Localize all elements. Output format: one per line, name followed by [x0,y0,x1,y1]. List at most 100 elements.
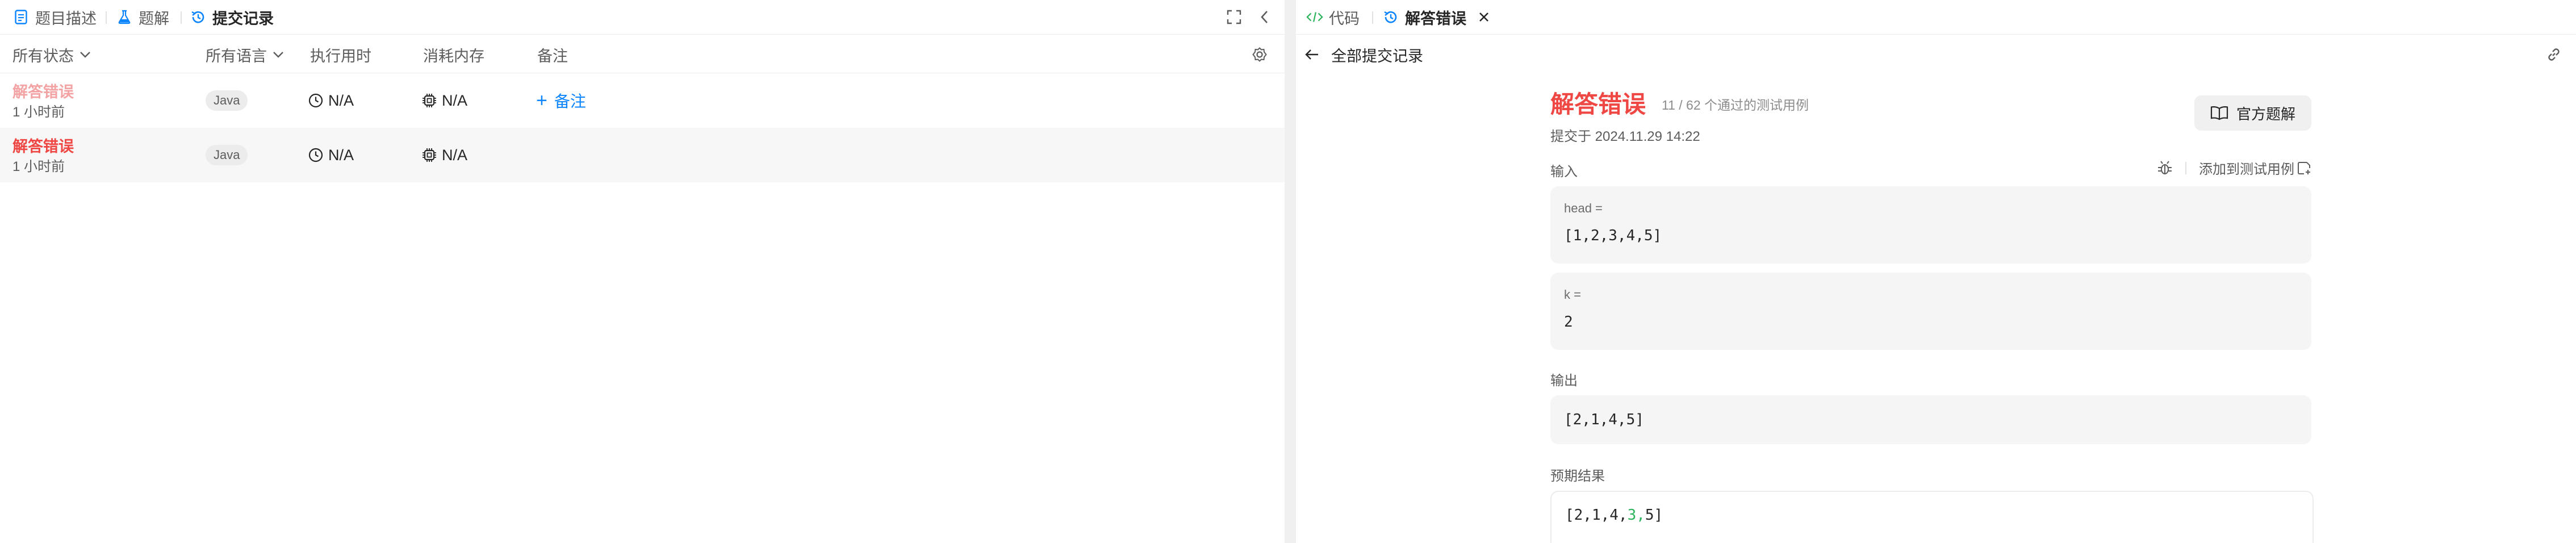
input-head-value: [1,2,3,4,5] [1564,227,1662,244]
notes-header: 备注 [537,36,568,73]
memory-value: N/A [442,91,468,109]
arrow-left-icon [1304,47,1320,62]
app-root: 题目描述 题解 提交记录 所有状态 所有语言 执行用时 消耗内存 备注 解答错误… [0,0,2576,543]
memory-value: N/A [442,146,468,164]
pane-resize-handle[interactable] [1285,0,1296,543]
tab-solutions-label: 题解 [139,10,169,27]
expected-label: 预期结果 [1550,469,1605,484]
tab-description-label: 题目描述 [35,10,97,27]
status-cell[interactable]: 解答错误 [12,81,74,101]
submit-time: 1 小时前 [12,158,65,174]
fullscreen-icon[interactable] [1226,9,1243,26]
tab-divider [1372,11,1373,24]
submission-detail-panel: 代码 解答错误 全部提交记录 解答错误 11 / 62 个通过的测试用例 提交于… [1296,0,2576,543]
passed-testcases: 11 / 62 个通过的测试用例 [1662,98,1809,112]
runtime-cell: N/A [308,90,354,111]
status-filter-label: 所有状态 [12,47,74,65]
add-testcase-icon [2297,161,2311,176]
input-head-name: head = [1564,201,1603,215]
input-head-box: head = [1,2,3,4,5] [1550,186,2311,264]
expected-suffix: 5] [1645,507,1663,524]
memory-chip-icon [421,147,437,163]
add-note-label: 备注 [554,93,586,110]
input-k-value: 2 [1564,314,1573,331]
tab-result-label: 解答错误 [1405,10,1466,27]
notes-header-label: 备注 [537,47,568,65]
history-icon [190,9,207,26]
history-icon [1382,9,1399,26]
language-filter[interactable]: 所有语言 [206,36,284,73]
tab-submissions[interactable]: 提交记录 [190,0,274,34]
close-icon[interactable] [1475,9,1492,26]
tab-description[interactable]: 题目描述 [12,0,97,34]
memory-cell: N/A [421,90,467,111]
tab-result[interactable]: 解答错误 [1382,0,1466,34]
back-label: 全部提交记录 [1331,47,1423,65]
table-row[interactable]: 解答错误 1 小时前 Java N/A N/A [0,128,1285,182]
runtime-header-label: 执行用时 [310,47,371,65]
tools-divider [2185,161,2186,174]
language-cell: Java [206,145,248,165]
input-label: 输入 [1550,164,1578,179]
expected-diff: 3, [1627,507,1645,524]
submit-time: 1 小时前 [12,104,65,120]
language-cell: Java [206,90,248,111]
status-text: 解答错误 [12,83,74,101]
plus-icon: + [536,89,547,111]
runtime-value: N/A [328,91,354,109]
left-tab-bar: 题目描述 题解 提交记录 [0,0,1285,35]
chevron-down-icon [80,51,91,59]
output-value: [2,1,4,5] [1564,411,1644,428]
clock-icon [308,147,324,163]
language-filter-label: 所有语言 [206,47,267,65]
memory-header: 消耗内存 [423,36,484,73]
back-to-submissions[interactable]: 全部提交记录 [1304,44,1423,65]
official-solution-button[interactable]: 官方题解 [2194,95,2311,131]
status-cell[interactable]: 解答错误 [12,136,74,155]
clock-icon [308,93,324,108]
expected-box: [2,1,4,3,5] [1550,491,2314,543]
official-solution-label: 官方题解 [2236,105,2295,123]
expected-value: [2,1,4,3,5] [1565,507,1663,524]
table-row[interactable]: 解答错误 1 小时前 Java N/A N/A + 备注 [0,73,1285,128]
flask-icon [116,9,133,26]
memory-header-label: 消耗内存 [423,47,484,65]
add-to-testcase-button[interactable]: 添加到测试用例 [2199,158,2311,178]
language-badge: Java [206,145,248,165]
chevron-down-icon [273,51,284,59]
time-cell: 1 小时前 [12,156,65,174]
right-tab-bar: 代码 解答错误 [1296,0,2576,35]
add-to-testcase-label: 添加到测试用例 [2199,162,2294,177]
time-cell: 1 小时前 [12,102,65,120]
table-header: 所有状态 所有语言 执行用时 消耗内存 备注 [0,36,1285,73]
input-k-box: k = 2 [1550,273,2311,350]
description-icon [12,9,30,26]
result-title: 解答错误 [1550,91,1646,118]
status-text: 解答错误 [12,137,74,155]
submitted-at: 提交于 2024.11.29 14:22 [1550,129,1700,144]
input-tools: 添加到测试用例 [2157,158,2311,178]
code-icon [1306,9,1323,26]
debug-icon[interactable] [2157,160,2173,176]
expected-prefix: [2,1,4, [1565,507,1628,524]
tab-divider [106,11,107,24]
book-icon [2210,106,2228,120]
status-filter[interactable]: 所有状态 [12,36,91,73]
runtime-value: N/A [328,146,354,164]
tab-code[interactable]: 代码 [1306,0,1360,34]
output-box: [2,1,4,5] [1550,395,2311,444]
runtime-cell: N/A [308,145,354,165]
tab-submissions-label: 提交记录 [212,10,274,27]
runtime-header: 执行用时 [310,36,371,73]
back-bar: 全部提交记录 [1296,36,2576,73]
collapse-icon[interactable] [1256,9,1273,26]
settings-icon[interactable] [1252,36,1268,73]
memory-chip-icon [421,93,437,108]
tab-code-label: 代码 [1329,10,1360,27]
language-badge: Java [206,90,248,111]
tab-solutions[interactable]: 题解 [116,0,169,34]
add-note-button[interactable]: + 备注 [536,89,586,112]
submissions-panel: 题目描述 题解 提交记录 所有状态 所有语言 执行用时 消耗内存 备注 解答错误… [0,0,1285,543]
link-icon[interactable] [2545,46,2562,63]
memory-cell: N/A [421,145,467,165]
